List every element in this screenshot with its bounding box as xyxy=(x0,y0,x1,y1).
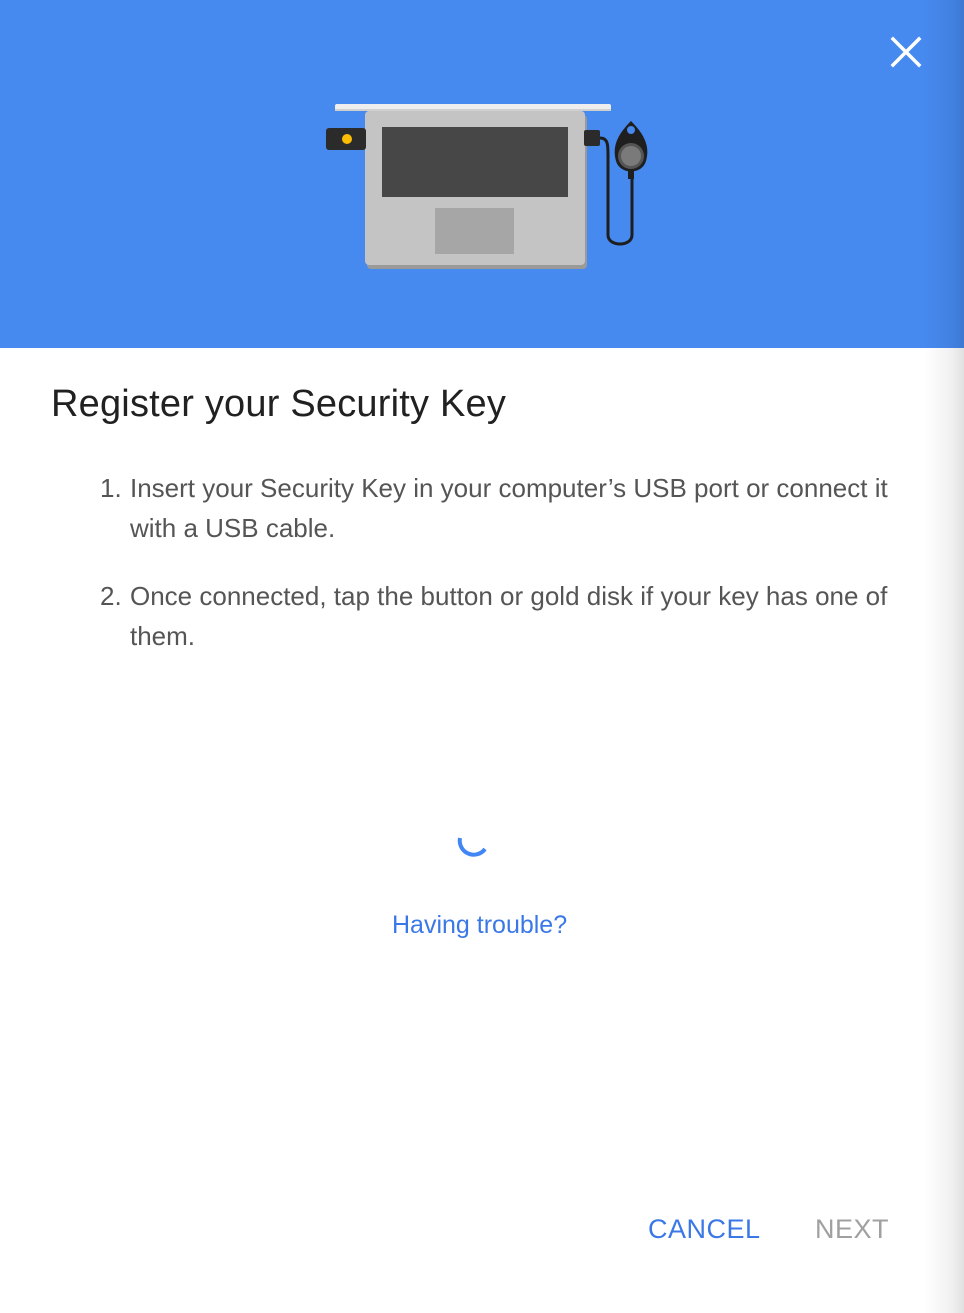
laptop-security-key-illustration xyxy=(326,104,648,269)
cancel-button[interactable]: CANCEL xyxy=(648,1214,761,1245)
next-button[interactable]: NEXT xyxy=(815,1214,889,1245)
step-number: 1. xyxy=(100,473,122,503)
step-text: Insert your Security Key in your compute… xyxy=(130,473,888,543)
close-icon xyxy=(890,36,922,68)
instruction-step-1: 1. Insert your Security Key in your comp… xyxy=(100,468,930,548)
close-button[interactable] xyxy=(884,30,928,74)
dialog-header xyxy=(0,0,964,348)
dialog-title: Register your Security Key xyxy=(51,383,507,425)
loading-spinner-icon xyxy=(457,837,487,857)
instruction-step-2: 2. Once connected, tap the button or gol… xyxy=(100,576,930,656)
register-security-key-dialog: Register your Security Key 1. Insert you… xyxy=(0,0,964,1313)
instruction-list: 1. Insert your Security Key in your comp… xyxy=(100,468,930,656)
step-number: 2. xyxy=(100,581,122,611)
having-trouble-link[interactable]: Having trouble? xyxy=(392,911,567,940)
step-text: Once connected, tap the button or gold d… xyxy=(130,581,888,651)
